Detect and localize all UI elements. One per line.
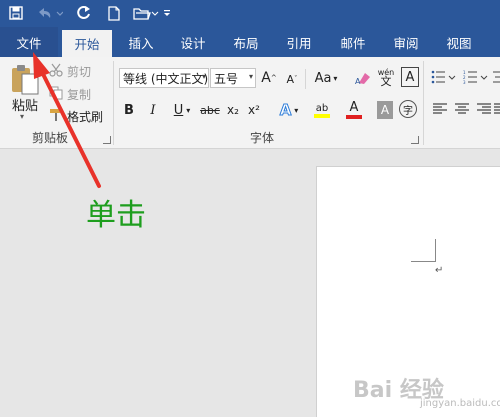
margin-corner-mark [411,261,436,262]
svg-text:A: A [355,77,361,85]
text-effects-icon[interactable]: A ▾ [274,100,304,120]
grow-font-icon[interactable]: A ^ [261,68,277,88]
strikethrough-button[interactable]: abc [199,101,221,119]
watermark-url: jingyan.baidu.com [420,398,500,409]
annotation-label: 单击 [86,198,146,233]
tab-home[interactable]: 开始 [62,30,112,57]
italic-button[interactable]: I [145,101,161,119]
group-separator [423,61,424,145]
tab-insert[interactable]: 插入 [118,27,164,57]
chevron-down-icon: ▾ [201,72,206,81]
cut-icon[interactable] [48,62,64,78]
highlight-glyph: ab [315,102,329,114]
svg-text:3: 3 [463,80,466,84]
tab-file[interactable]: 文件 [0,27,58,57]
justify-icon[interactable] [494,101,500,117]
ribbon-home: 粘贴 ▾ 剪切 复制 格式刷 剪贴板 等线 (中文正文) ▾ 五号 ▾ A ^ A… [0,57,500,149]
paragraph-mark: ↵ [435,265,444,276]
multilevel-list-icon[interactable] [492,68,500,86]
group-separator [305,69,306,89]
group-separator [113,61,114,145]
bold-button[interactable]: B [121,101,137,119]
paste-dropdown-icon[interactable]: ▾ [20,112,24,121]
font-size-value: 五号 [214,71,239,86]
clipboard-launcher-icon[interactable] [103,136,111,144]
format-painter-icon[interactable] [48,107,64,123]
save-icon[interactable] [6,3,26,23]
shrink-font-icon[interactable]: Aˇ [284,70,300,88]
tab-mailings[interactable]: 邮件 [330,27,376,57]
numbering-icon[interactable]: 123 [462,68,490,86]
font-group-label: 字体 [250,131,275,145]
clear-format-icon[interactable]: A [354,68,372,88]
font-name-combo[interactable]: 等线 (中文正文) ▾ [119,68,209,88]
character-border-icon[interactable]: A [401,67,419,87]
bullets-icon[interactable] [430,68,458,86]
quick-access-toolbar [0,0,500,27]
paste-icon[interactable] [8,63,42,97]
copy-icon[interactable] [48,85,64,101]
ribbon-tabs: 文件 开始 插入 设计 布局 引用 邮件 审阅 视图 [0,27,500,57]
customize-icon[interactable] [160,3,174,23]
align-right-icon[interactable] [476,101,492,117]
underline-glyph: U [173,102,184,118]
font-color-glyph: A [349,100,359,115]
copy-label[interactable]: 复制 [67,86,91,103]
tab-layout[interactable]: 布局 [223,27,269,57]
tab-review[interactable]: 审阅 [383,27,429,57]
font-launcher-icon[interactable] [411,136,419,144]
tab-view[interactable]: 视图 [436,27,482,57]
shrink-font-glyph: A [286,72,295,86]
subscript-button[interactable]: x₂ [224,101,242,119]
font-size-combo[interactable]: 五号 ▾ [210,68,256,88]
underline-button[interactable]: U ▾ [167,101,197,119]
phonetic-guide-icon[interactable]: wén 文 [377,66,395,88]
cut-label[interactable]: 剪切 [67,63,91,80]
character-shading-icon[interactable]: A [377,101,393,119]
enclose-characters-icon[interactable]: 字 [399,100,417,118]
redo-icon[interactable] [74,3,94,23]
font-color-icon[interactable]: A [339,99,369,121]
paste-label[interactable]: 粘贴 [12,95,38,114]
chevron-down-icon: ▾ [248,72,253,81]
clipboard-group-label: 剪贴板 [32,131,69,145]
undo-icon[interactable] [34,3,64,23]
format-painter-label[interactable]: 格式刷 [67,108,103,125]
font-name-value: 等线 (中文正文) [123,71,209,86]
margin-corner-mark [435,239,436,262]
new-document-icon[interactable] [104,3,124,23]
open-folder-icon[interactable] [132,3,160,23]
grow-font-glyph: A [261,70,271,86]
align-left-icon[interactable] [432,101,448,117]
change-case-glyph: Aa [314,70,332,86]
align-center-icon[interactable] [454,101,470,117]
highlight-icon[interactable]: ab [307,99,337,121]
change-case-icon[interactable]: Aa ▾ [311,68,341,88]
superscript-button[interactable]: x² [245,101,263,119]
tab-references[interactable]: 引用 [276,27,322,57]
character-border-glyph: A [405,69,415,85]
tab-design[interactable]: 设计 [170,27,216,57]
text-effects-glyph: A [279,101,292,120]
